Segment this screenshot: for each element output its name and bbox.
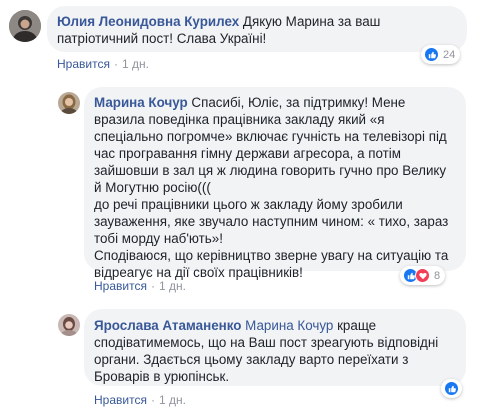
comment-text: Дякую Марина за ваш: [239, 14, 381, 29]
avatar[interactable]: [9, 10, 41, 42]
avatar-photo-icon: [58, 314, 80, 336]
comment-actions: Нравится · 1 дн.: [94, 279, 186, 293]
love-icon: [415, 268, 430, 283]
timestamp[interactable]: 1 дн.: [159, 279, 186, 293]
reply-bubble: Марина Кочур Спасибі, Юліє, за підтримку…: [84, 87, 466, 280]
reaction-summary[interactable]: [441, 379, 462, 398]
mention-link[interactable]: Марина Кочур: [245, 318, 333, 333]
separator-dot: ·: [150, 279, 155, 293]
avatar[interactable]: [58, 314, 80, 336]
comment-text: до речі працівники цього ж закладу йому …: [94, 197, 403, 212]
like-icon: [444, 381, 459, 396]
avatar-photo-icon: [9, 10, 41, 42]
reply-bubble: Ярослава Атаманенко Марина Кочур краще с…: [84, 309, 466, 386]
separator-dot: ·: [150, 393, 155, 407]
comment-text: тобі морду наб'ють»!: [94, 231, 223, 246]
comment-text: сподіватимемось, що на Ваш пост зреагуют…: [94, 335, 439, 350]
comment-text: зауваження, яке звучало наступним чином:…: [94, 214, 449, 229]
avatar-photo-icon: [58, 92, 80, 114]
like-icon: [424, 47, 439, 62]
comment-text: зайшовши в зал ця ж людина говорить гучн…: [94, 163, 447, 178]
avatar[interactable]: [58, 92, 80, 114]
reaction-summary[interactable]: 24: [421, 45, 461, 64]
comment-text: Сподіваюся, що керівництво зверне увагу …: [94, 248, 449, 263]
like-button[interactable]: Нравится: [57, 57, 110, 71]
comment-text: Броварів в урюпінськ.: [94, 369, 230, 384]
comment-text: й Могутню росію(((: [94, 180, 211, 195]
comment-text: органи. Здається цьому закладу варто пер…: [94, 352, 409, 367]
comment-bubble: Юлия Леонидовна Курилех Дякую Марина за …: [47, 6, 467, 52]
comment-author[interactable]: Юлия Леонидовна Курилех: [57, 14, 239, 29]
comment-text: вразила поведінка працівника закладу яки…: [94, 112, 385, 127]
comment-text: патріотичний пост! Слава Україні!: [57, 31, 267, 46]
timestamp[interactable]: 1 дн.: [122, 57, 149, 71]
comment-text: Спасибі, Юліє, за підтримку! Мене: [187, 95, 406, 110]
reaction-count: 24: [443, 48, 456, 61]
comment-text: краще: [333, 318, 377, 333]
comment-actions: Нравится · 1 дн.: [94, 393, 186, 407]
timestamp[interactable]: 1 дн.: [159, 393, 186, 407]
comment-actions: Нравится · 1 дн.: [57, 57, 149, 71]
like-button[interactable]: Нравится: [94, 279, 147, 293]
reaction-summary[interactable]: 8: [400, 266, 446, 285]
separator-dot: ·: [113, 57, 118, 71]
comment-text: час програвання гімну держави агресора, …: [94, 146, 401, 161]
comment-author[interactable]: Марина Кочур: [94, 95, 188, 110]
comment-text: спеціально погромче» включає гучність на…: [94, 129, 447, 144]
comment-author[interactable]: Ярослава Атаманенко: [94, 318, 241, 333]
like-button[interactable]: Нравится: [94, 393, 147, 407]
reaction-count: 8: [434, 269, 441, 282]
